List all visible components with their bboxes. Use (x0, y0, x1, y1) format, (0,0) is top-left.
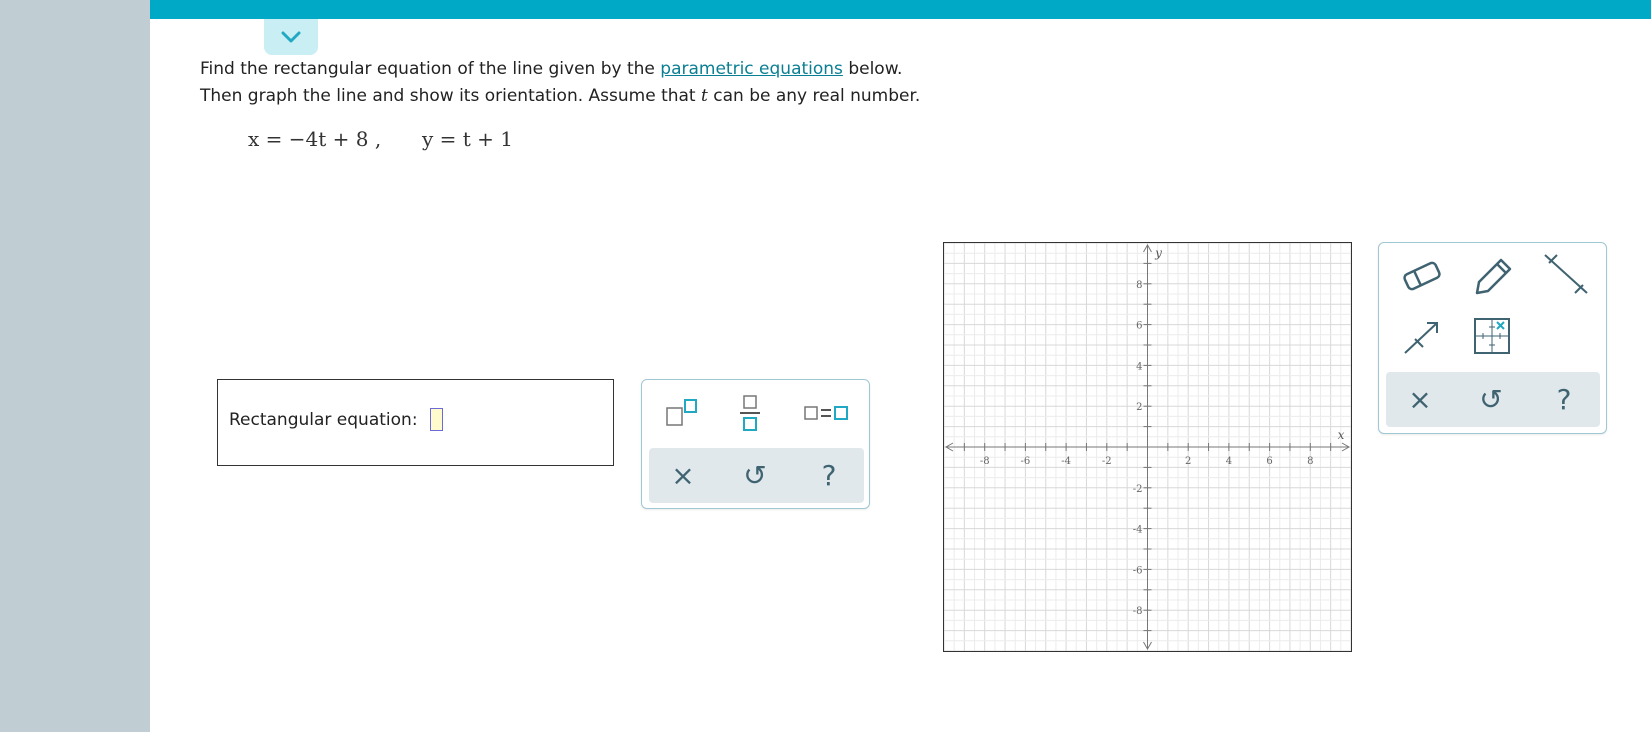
y-tick-label: 6 (1136, 321, 1142, 332)
line-icon (1544, 254, 1588, 294)
x-tick-label: 4 (1226, 456, 1232, 467)
x-tick-label: -6 (1021, 456, 1031, 467)
graph-undo-button[interactable]: ↺ (1461, 372, 1521, 427)
left-sidebar (0, 0, 150, 732)
rectangular-equation-input[interactable] (430, 408, 443, 431)
graph-action-bar: × ↺ ? (1386, 372, 1600, 427)
help-button[interactable]: ? (799, 448, 859, 503)
clear-answer-button[interactable]: × (653, 448, 713, 503)
problem-line-2: Then graph the line and show its orienta… (200, 83, 920, 110)
graph-toolbar: × ↺ ? (1378, 242, 1607, 434)
top-header-bar (150, 0, 1651, 19)
grid-settings-tool-button[interactable] (1467, 311, 1517, 361)
y-tick-label: 4 (1136, 361, 1142, 372)
x-tick-label: -2 (1102, 456, 1112, 467)
line-tool-button[interactable] (1541, 251, 1591, 301)
grid-settings-icon (1474, 318, 1510, 354)
chevron-down-icon (281, 31, 301, 43)
x-tick-label: 2 (1185, 456, 1191, 467)
coordinate-grid[interactable]: -8 -6 -4 -2 2 4 6 8 8 6 4 2 -2 -4 -6 -8 x y (943, 242, 1352, 652)
problem-text-part: can be any real number. (707, 86, 921, 106)
variable-t: t (701, 86, 708, 106)
problem-line-1: Find the rectangular equation of the lin… (200, 56, 920, 83)
problem-statement: Find the rectangular equation of the lin… (200, 56, 920, 110)
collapse-toggle-button[interactable] (264, 19, 318, 55)
x-tick-label: 8 (1307, 456, 1313, 467)
x-axis-label: x (1338, 428, 1345, 442)
graph-canvas[interactable]: -8 -6 -4 -2 2 4 6 8 8 6 4 2 -2 -4 -6 -8 x y (943, 242, 1352, 652)
y-parametric-equation: y = t + 1 (422, 127, 514, 151)
pencil-icon (1475, 258, 1512, 295)
y-tick-label: -4 (1133, 525, 1143, 536)
y-axis-label: y (1154, 246, 1162, 260)
y-tick-label: -6 (1133, 565, 1143, 576)
superscript-template-icon (666, 399, 697, 426)
math-input-palette: × ↺ ? (641, 379, 870, 509)
clear-graph-button[interactable]: × (1390, 372, 1450, 427)
problem-text-part: below. (842, 59, 903, 79)
answer-box: Rectangular equation: (217, 379, 614, 466)
equation-template-icon (804, 406, 848, 420)
rectangular-equation-label: Rectangular equation: (229, 410, 418, 430)
y-tick-label: 8 (1136, 280, 1142, 291)
y-tick-label: -8 (1133, 606, 1143, 617)
problem-text-part: Find the rectangular equation of the lin… (200, 59, 661, 79)
x-tick-label: -8 (980, 456, 990, 467)
pencil-tool-button[interactable] (1467, 251, 1517, 301)
x-tick-label: 6 (1266, 456, 1272, 467)
eraser-tool-button[interactable] (1397, 251, 1447, 301)
fraction-template-button[interactable] (728, 392, 772, 436)
x-parametric-equation: x = −4t + 8 , (248, 127, 382, 151)
palette-action-bar: × ↺ ? (649, 448, 864, 503)
undo-button[interactable]: ↺ (725, 448, 785, 503)
eraser-icon (1403, 261, 1441, 291)
y-tick-label: 2 (1136, 402, 1142, 413)
y-tick-label: -2 (1133, 484, 1143, 495)
ray-icon (1404, 322, 1438, 354)
ray-tool-button[interactable] (1397, 311, 1447, 361)
fraction-template-icon (740, 395, 760, 431)
equation-template-button[interactable] (802, 392, 854, 436)
parametric-equations-link[interactable]: parametric equations (660, 59, 843, 79)
superscript-template-button[interactable] (661, 392, 705, 436)
x-tick-label: -4 (1061, 456, 1071, 467)
problem-text-part: Then graph the line and show its orienta… (200, 86, 701, 106)
graph-help-button[interactable]: ? (1534, 372, 1594, 427)
